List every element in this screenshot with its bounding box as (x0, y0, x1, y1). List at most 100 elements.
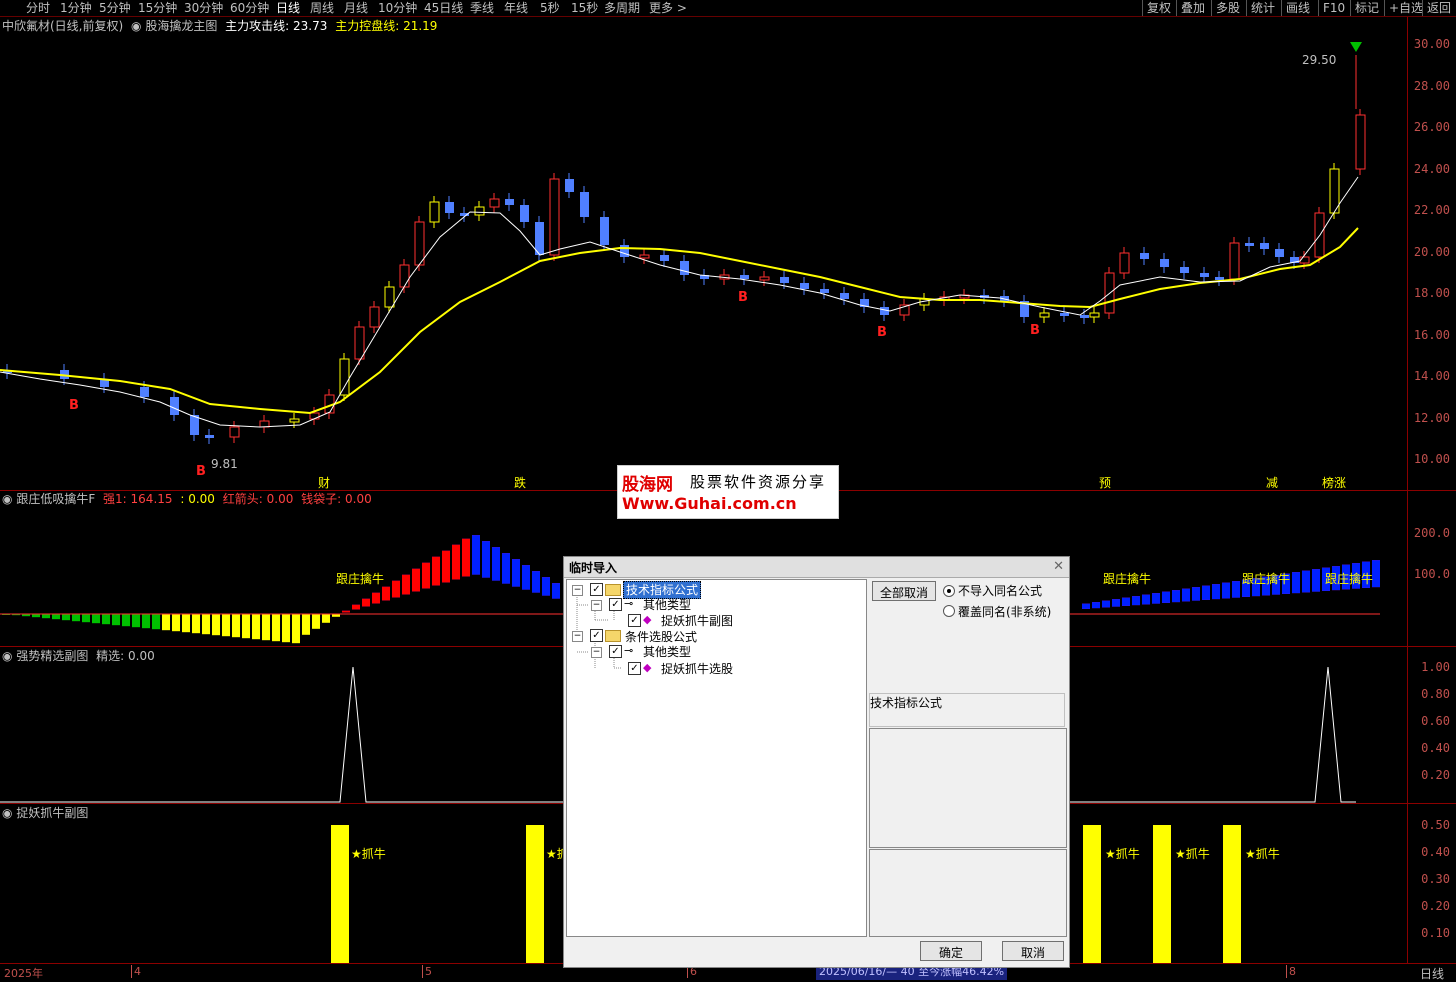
watermark: 股海网 股票软件资源分享 Www.Guhai.com.cn (617, 465, 839, 519)
description-box[interactable] (869, 728, 1067, 848)
period-tab-10min[interactable]: 10分钟 (378, 0, 417, 16)
candlestick (170, 397, 179, 415)
radio-label[interactable]: 覆盖同名(非系统) (958, 603, 1051, 620)
tree-node-formula[interactable]: 捉妖抓牛选股 (661, 661, 733, 677)
tree-checkbox[interactable]: ✓ (590, 629, 603, 642)
sub1-bar (422, 562, 430, 589)
sub1-bar (62, 614, 70, 621)
overlay-button[interactable]: 叠加 (1176, 0, 1209, 16)
period-indicator[interactable]: 日线 (1420, 965, 1444, 982)
candlestick (384, 286, 395, 308)
event-label: 跌 (514, 476, 527, 490)
mark-button[interactable]: 标记 (1350, 0, 1383, 16)
sub1-bar (152, 614, 160, 630)
back-button[interactable]: 返回 (1422, 0, 1455, 16)
collapse-icon[interactable]: − (591, 600, 602, 611)
tree-checkbox[interactable]: ✓ (609, 645, 622, 658)
cancel-button[interactable]: 取消 (1002, 941, 1064, 961)
f10-button[interactable]: F10 (1318, 0, 1349, 16)
period-tab-60min[interactable]: 60分钟 (230, 0, 269, 16)
draw-line-button[interactable]: 画线 (1281, 0, 1314, 16)
collapse-icon[interactable]: − (591, 647, 602, 658)
candlestick (1080, 315, 1089, 318)
period-tab-5min[interactable]: 5分钟 (99, 0, 131, 16)
sub1-bar (132, 614, 140, 628)
tree-node-condition-select[interactable]: 条件选股公式 (625, 629, 697, 645)
tree-node-other-type[interactable]: 其他类型 (643, 597, 691, 613)
period-tab-more[interactable]: 更多 > (649, 0, 687, 16)
sub1-value: 强1: 164.15 (103, 492, 173, 506)
period-tab-quarter[interactable]: 季线 (470, 0, 494, 16)
candlestick (1140, 253, 1149, 259)
period-tab-fenshi[interactable]: 分时 (26, 0, 50, 16)
period-toolbar: 分时 1分钟 5分钟 15分钟 30分钟 60分钟 日线 周线 月线 10分钟 … (0, 0, 1456, 17)
candlestick (259, 420, 270, 428)
indicator-name[interactable]: 股海擒龙主图 (145, 19, 217, 33)
sub1-bar (502, 553, 510, 584)
sub1-bar (322, 614, 330, 623)
candlestick (309, 412, 320, 420)
radio-skip-same-name[interactable] (943, 585, 955, 597)
tree-checkbox[interactable]: ✓ (590, 583, 603, 596)
tree-node-formula[interactable]: 捉妖抓牛副图 (661, 613, 733, 629)
radio-label[interactable]: 不导入同名公式 (958, 582, 1042, 599)
sub1-bar (1292, 572, 1300, 594)
formula-icon: ◆ (643, 613, 652, 626)
period-tab-weekly[interactable]: 周线 (310, 0, 334, 16)
collapse-icon[interactable]: − (572, 631, 583, 642)
sub1-axis-label: 100.0 (1413, 567, 1450, 581)
preview-box[interactable] (869, 849, 1067, 937)
period-tab-daily[interactable]: 日线 (276, 0, 300, 16)
sub1-bar (442, 550, 450, 583)
tree-checkbox[interactable]: ✓ (609, 598, 622, 611)
close-icon[interactable]: ✕ (1053, 559, 1064, 574)
dialog-title: 临时导入 (569, 561, 618, 575)
ok-button[interactable]: 确定 (920, 941, 982, 961)
radio-overwrite-same-name[interactable] (943, 605, 955, 617)
candlestick (289, 418, 300, 423)
period-tab-5sec[interactable]: 5秒 (540, 0, 560, 16)
add-favorite-button[interactable]: +自选 (1384, 0, 1427, 16)
candlestick (354, 326, 365, 360)
fuquan-button[interactable]: 复权 (1142, 0, 1175, 16)
sub3-name[interactable]: 捉妖抓牛副图 (16, 806, 88, 820)
sub1-value: : 0.00 (180, 492, 215, 506)
period-tab-30min[interactable]: 30分钟 (184, 0, 223, 16)
collapse-icon[interactable]: − (572, 585, 583, 596)
sub1-bar (202, 614, 210, 635)
tree-checkbox[interactable]: ✓ (628, 662, 641, 675)
candlestick (1160, 259, 1169, 267)
sub3-axis-label: 0.40 (1421, 845, 1450, 859)
sub1-axis-label: 200.0 (1413, 526, 1450, 540)
sub1-bar (1372, 560, 1380, 588)
candlestick (140, 387, 149, 397)
sub1-bar (292, 614, 300, 644)
sub3-signal-bar (331, 825, 349, 963)
sub1-bar (472, 535, 480, 575)
period-tab-15sec[interactable]: 15秒 (571, 0, 598, 16)
indicator-toggle-icon[interactable]: ◉ (2, 492, 12, 506)
sub2-name[interactable]: 强势精选副图 (16, 649, 88, 663)
formula-tree[interactable]: − ✓ 技术指标公式 − ✓ ⊸ 其他类型 ✓ ◆ 捉妖抓牛副图 − ✓ 条件选… (566, 579, 867, 937)
stats-button[interactable]: 统计 (1246, 0, 1279, 16)
event-label: 榜涨 (1322, 476, 1347, 490)
candlestick (660, 255, 669, 261)
cancel-all-button[interactable]: 全部取消 (872, 581, 936, 601)
period-tab-multi[interactable]: 多周期 (604, 0, 640, 16)
price-axis-label: 24.00 (1413, 161, 1450, 176)
indicator-toggle-icon[interactable]: ◉ (131, 19, 141, 33)
tree-checkbox[interactable]: ✓ (628, 614, 641, 627)
dialog-title-bar[interactable]: 临时导入 ✕ (564, 557, 1069, 578)
sub1-name[interactable]: 跟庄低吸擒牛F (16, 492, 95, 506)
period-tab-1min[interactable]: 1分钟 (60, 0, 92, 16)
period-tab-45day[interactable]: 45日线 (424, 0, 463, 16)
indicator-toggle-icon[interactable]: ◉ (2, 806, 12, 820)
sub1-bar (482, 541, 490, 578)
tree-node-other-type[interactable]: 其他类型 (643, 644, 691, 660)
multi-stock-button[interactable]: 多股 (1211, 0, 1244, 16)
period-tab-year[interactable]: 年线 (504, 0, 528, 16)
period-tab-monthly[interactable]: 月线 (344, 0, 368, 16)
sub1-bar (162, 614, 170, 631)
indicator-toggle-icon[interactable]: ◉ (2, 649, 12, 663)
period-tab-15min[interactable]: 15分钟 (138, 0, 177, 16)
